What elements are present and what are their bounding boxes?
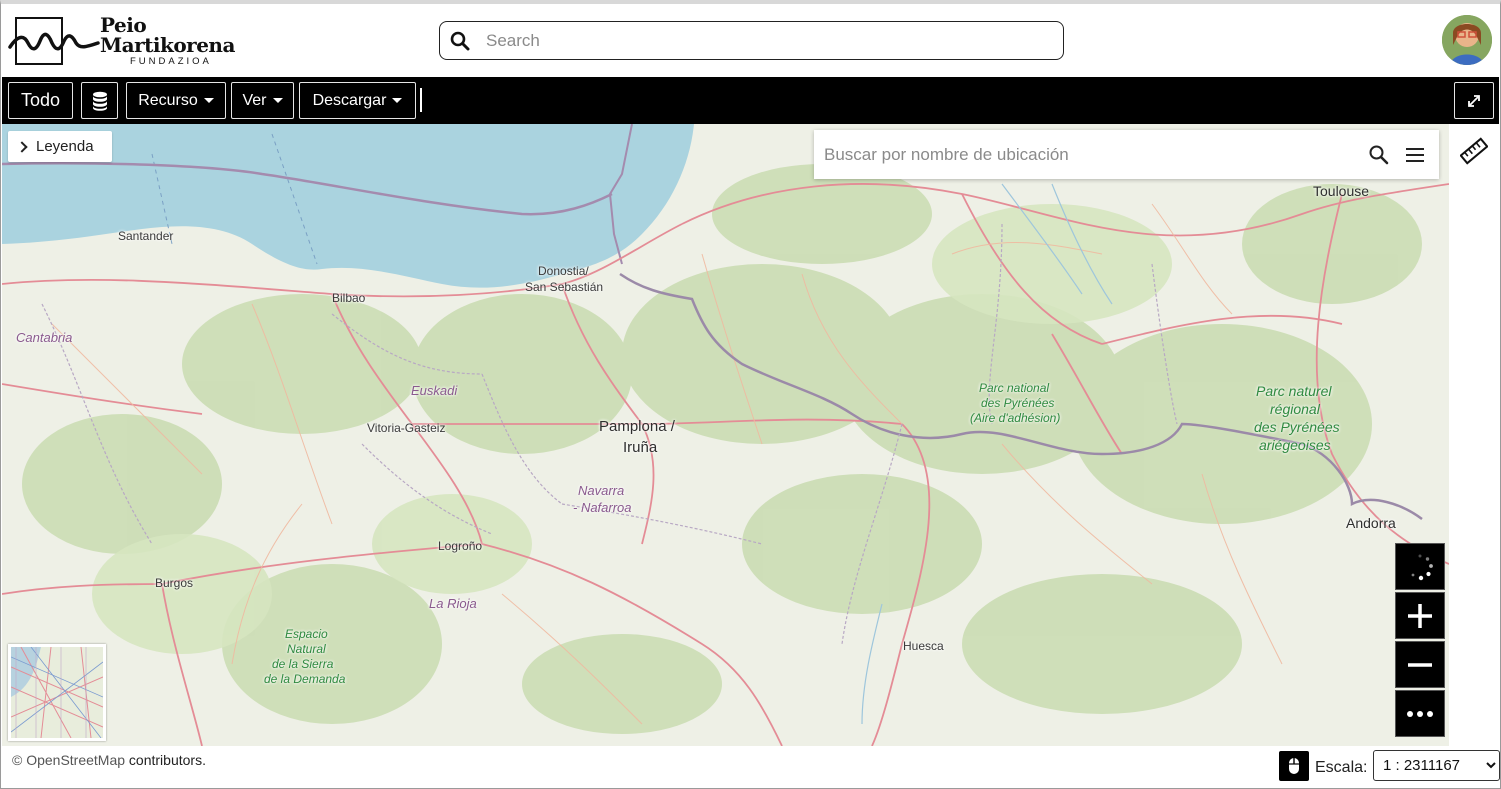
logo[interactable]: Peio Martikorena FUNDAZIOA [8, 13, 238, 71]
toolbar: Todo Recurso Ver Descargar [2, 77, 1499, 124]
map-label-demanda-1: Espacio [285, 627, 328, 641]
map-label-burgos: Burgos [155, 576, 194, 590]
database-button[interactable] [81, 82, 118, 119]
map-label-demanda-3: de la Sierra [272, 657, 334, 671]
all-button-label: Todo [20, 90, 61, 110]
map-label-cantabria: Cantabria [16, 330, 73, 345]
avatar-icon [1442, 15, 1492, 65]
footer: © OpenStreetMap contributors. Escala: 1 … [2, 746, 1500, 788]
map-label-pyrenees-1: Parc national [979, 381, 1050, 395]
map-label-la-rioja: La Rioja [429, 596, 477, 611]
view-dropdown[interactable]: Ver [231, 82, 294, 119]
map-label-navarra-2: - Nafarroa [573, 500, 632, 515]
global-search-input[interactable] [486, 28, 1046, 54]
zoom-in-button[interactable] [1395, 592, 1445, 639]
osm-attribution-link[interactable]: © OpenStreetMap [12, 752, 125, 768]
map-label-bilbao: Bilbao [332, 291, 366, 305]
legend-toggle[interactable]: Leyenda [8, 131, 112, 162]
global-search[interactable] [439, 21, 1064, 60]
download-label: Descargar [312, 91, 387, 109]
resource-dropdown[interactable]: Recurso [126, 82, 226, 119]
map-label-vitoria: Vitoria-Gasteiz [367, 421, 446, 435]
spinner-icon [1411, 554, 1433, 580]
database-icon [92, 91, 107, 111]
ruler-icon[interactable] [1460, 137, 1488, 165]
download-dropdown[interactable]: Descargar [299, 82, 416, 119]
map-label-demanda-2: Natural [287, 642, 326, 656]
map-label-pamplona-1: Pamplona / [599, 418, 675, 435]
map-label-ariege-1: Parc naturel [1256, 383, 1332, 399]
map-label-pyrenees-2: des Pyrénées [981, 396, 1055, 410]
map-label-andorra: Andorra [1346, 515, 1396, 531]
menu-icon[interactable] [1404, 146, 1426, 164]
more-tools-button[interactable] [1395, 690, 1445, 737]
mouse-icon [1289, 758, 1299, 774]
overview-map[interactable] [8, 644, 106, 741]
map-label-ariege-4: ariégeoises [1259, 437, 1331, 453]
zoom-out-button[interactable] [1395, 641, 1445, 688]
search-icon[interactable] [1368, 144, 1390, 166]
more-icon [1407, 710, 1433, 717]
scale-select[interactable]: 1 : 2311167 [1373, 750, 1500, 781]
scale-label: Escala: [1315, 759, 1368, 776]
map-label-demanda-4: de la Demanda [264, 672, 346, 686]
map-label-pyrenees-3: (Aire d'adhésion) [970, 411, 1061, 425]
map-label-ariege-2: régional [1270, 401, 1320, 417]
logo-mark-icon [8, 17, 100, 65]
header: Peio Martikorena FUNDAZIOA [2, 4, 1499, 77]
resource-label: Recurso [138, 91, 198, 109]
mouse-position-button[interactable] [1279, 751, 1309, 781]
map-label-pamplona-2: Iruña [623, 439, 658, 456]
map-controls [1395, 543, 1445, 739]
view-label: Ver [242, 91, 267, 109]
map-label-donostia-2: San Sebastián [525, 280, 604, 294]
caret-down-icon [272, 98, 283, 103]
overview-map-image[interactable] [10, 646, 104, 739]
user-avatar[interactable] [1442, 15, 1492, 65]
caret-down-icon [392, 98, 403, 103]
basemap[interactable] [2, 124, 1449, 746]
map-label-toulouse: Toulouse [1313, 183, 1370, 199]
fullscreen-button[interactable] [1454, 82, 1494, 119]
logo-subtitle: FUNDAZIOA [130, 56, 212, 67]
expand-icon [1468, 94, 1480, 107]
toolbar-divider [420, 88, 422, 112]
chevron-right-icon [16, 140, 28, 153]
measure-tools-strip [1449, 124, 1499, 746]
map-label-donostia-1: Donostia/ [538, 264, 589, 278]
map-label-navarra-1: Navarra [578, 483, 625, 498]
map-label-ariege-3: des Pyrénées [1254, 419, 1340, 435]
search-icon [450, 31, 470, 51]
map-label-euskadi: Euskadi [411, 383, 458, 398]
logo-name-line2: Martikorena [100, 33, 235, 57]
all-button[interactable]: Todo [8, 82, 73, 119]
minus-icon [1408, 662, 1432, 667]
location-search-input[interactable] [824, 142, 1354, 168]
map-label-huesca: Huesca [903, 639, 944, 653]
location-search[interactable] [814, 130, 1439, 179]
plus-icon [1408, 603, 1432, 628]
attribution-text: contributors. [125, 752, 206, 768]
map-viewport[interactable]: Santander Bilbao Cantabria Donostia/ San… [2, 124, 1449, 746]
attribution: © OpenStreetMap contributors. [12, 752, 206, 768]
map-label-santander: Santander [118, 229, 174, 243]
map-label-logrono: Logroño [438, 539, 483, 553]
caret-down-icon [203, 98, 214, 103]
legend-label: Leyenda [36, 138, 94, 155]
loading-button[interactable] [1395, 543, 1445, 590]
